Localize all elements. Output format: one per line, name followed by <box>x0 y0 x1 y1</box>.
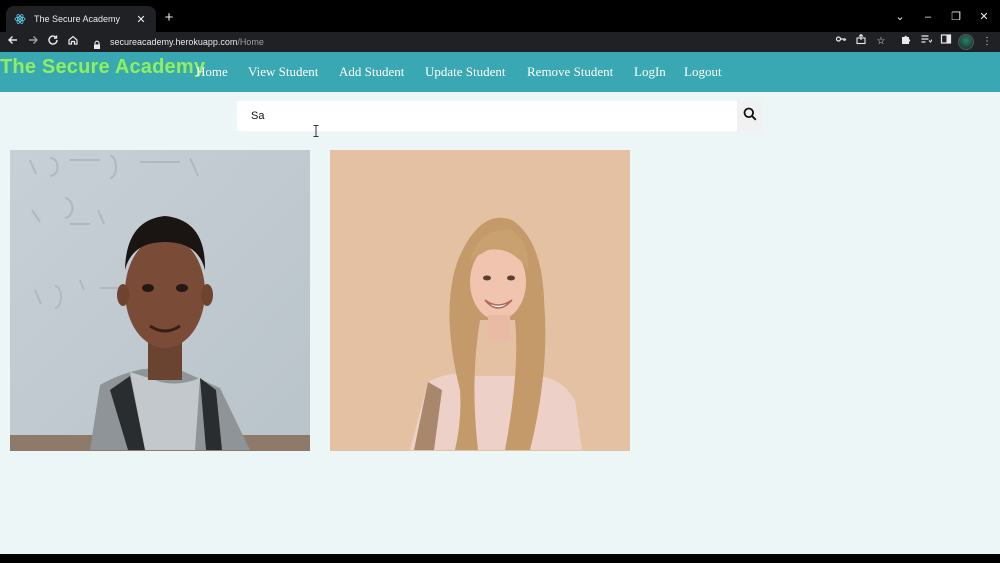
nav-logout[interactable]: Logout <box>684 64 722 80</box>
site-navbar: The Secure Academy Home View Student Add… <box>0 52 1000 92</box>
browser-tab[interactable]: The Secure Academy ✕ <box>6 6 156 32</box>
home-button[interactable] <box>64 33 82 51</box>
tab-search-icon[interactable]: ⌄ <box>890 8 910 26</box>
student-photo-girl[interactable] <box>330 150 630 451</box>
bookmark-star-icon[interactable]: ☆ <box>872 33 890 51</box>
restore-button[interactable]: ❐ <box>946 8 966 26</box>
menu-kebab-icon[interactable]: ⋮ <box>978 33 996 51</box>
url-text: secureacademy.herokuapp.com/Home <box>110 37 264 47</box>
brand-logo[interactable]: The Secure Academy <box>0 56 205 79</box>
nav-view-student[interactable]: View Student <box>248 64 318 80</box>
minimize-button[interactable]: – <box>918 8 938 26</box>
browser-window: The Secure Academy ✕ + ⌄ – ❐ ✕ secureaca… <box>0 0 1000 563</box>
reading-list-icon[interactable] <box>917 33 935 51</box>
back-button[interactable] <box>4 33 22 51</box>
key-icon[interactable] <box>832 33 850 51</box>
url-host: secureacademy.herokuapp.com <box>110 37 238 47</box>
nav-login[interactable]: LogIn <box>634 64 666 80</box>
search-button[interactable] <box>737 101 763 131</box>
tab-title: The Secure Academy <box>34 14 121 24</box>
nav-remove-student[interactable]: Remove Student <box>527 64 613 80</box>
browser-toolbar: secureacademy.herokuapp.com/Home ☆ ⋮ <box>0 32 1000 52</box>
web-page: The Secure Academy Home View Student Add… <box>0 52 1000 554</box>
new-tab-button[interactable]: + <box>160 8 178 28</box>
search-icon <box>743 107 757 126</box>
extensions-icon[interactable] <box>897 33 915 51</box>
close-window-button[interactable]: ✕ <box>974 8 994 26</box>
address-bar[interactable]: secureacademy.herokuapp.com/Home <box>86 33 830 51</box>
url-path: /Home <box>237 37 264 47</box>
share-icon[interactable] <box>852 33 870 51</box>
text-cursor-icon <box>313 124 319 137</box>
lock-icon <box>92 37 102 49</box>
tab-strip: The Secure Academy ✕ + ⌄ – ❐ ✕ <box>0 0 1000 32</box>
search-input[interactable] <box>237 101 737 131</box>
student-photo-boy[interactable] <box>10 150 310 451</box>
tab-close-icon[interactable]: ✕ <box>134 13 148 26</box>
reload-button[interactable] <box>44 33 62 51</box>
nav-add-student[interactable]: Add Student <box>339 64 404 80</box>
forward-button[interactable] <box>24 33 42 51</box>
react-icon <box>14 13 26 25</box>
side-panel-icon[interactable] <box>937 33 955 51</box>
nav-home[interactable]: Home <box>196 64 228 80</box>
nav-update-student[interactable]: Update Student <box>425 64 506 80</box>
profile-avatar[interactable] <box>958 34 974 50</box>
bottom-bar <box>0 554 1000 563</box>
